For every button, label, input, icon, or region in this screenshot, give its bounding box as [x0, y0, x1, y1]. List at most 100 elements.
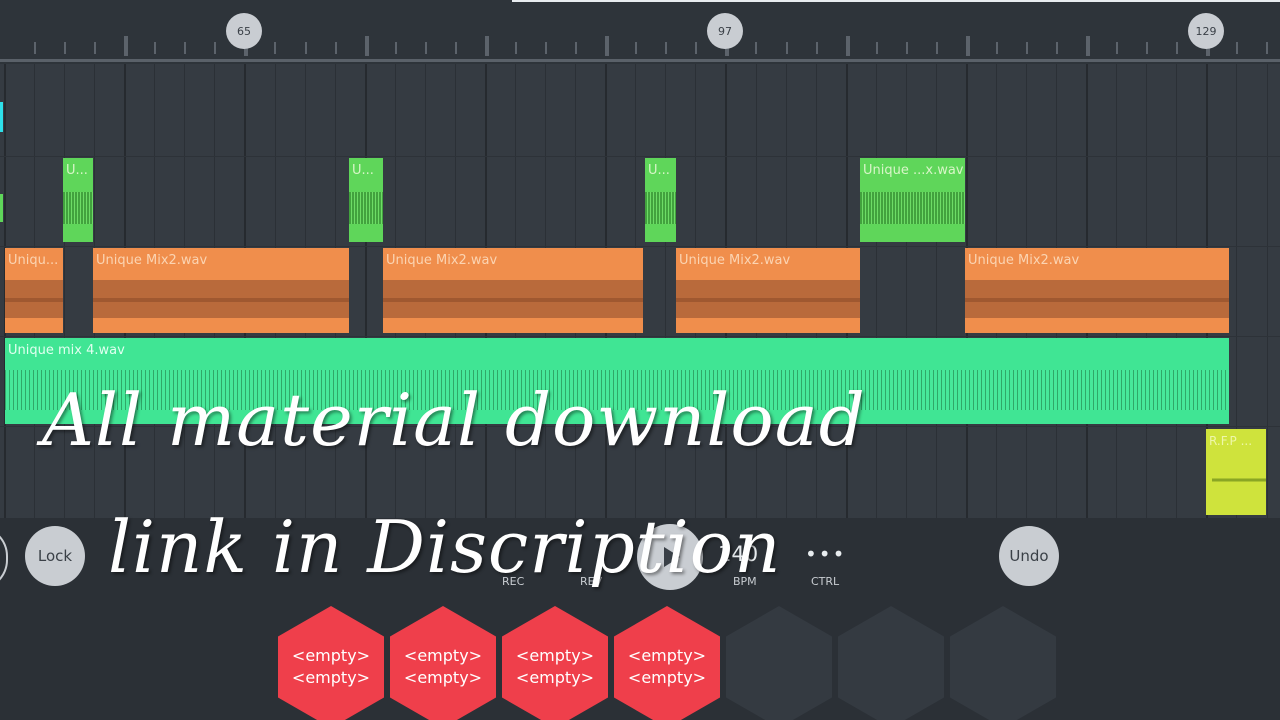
- clip-name: Uniqu...: [8, 253, 59, 268]
- ruler-tick: [1176, 42, 1179, 54]
- ruler-tick: [1025, 42, 1028, 54]
- ruler-tick: [605, 36, 610, 56]
- pad-label: <empty>: [403, 646, 483, 665]
- grid-column: [875, 64, 877, 518]
- ruler-tick: [545, 42, 548, 54]
- track-separator: [0, 156, 1280, 157]
- ruler-tick: [184, 42, 187, 54]
- pad-3[interactable]: <empty> <empty>: [502, 606, 608, 720]
- timeline-ruler[interactable]: 65 97 129: [0, 0, 1280, 64]
- ruler-tick: [424, 42, 427, 54]
- audio-clip[interactable]: Unique Mix2.wav: [676, 248, 860, 333]
- ruler-tick: [34, 42, 36, 54]
- clip-name: Unique mix 4.wav: [8, 343, 125, 358]
- pad-label: <empty>: [403, 668, 483, 687]
- audio-clip[interactable]: U...: [63, 158, 93, 242]
- audio-clip[interactable]: R.F.P ...: [1206, 429, 1266, 515]
- fl-studio-mobile-app: 65 97 129 U... U... U... Unique ...x.wav: [0, 0, 1280, 720]
- track-color-indicator: [0, 102, 3, 132]
- audio-clip[interactable]: Unique Mix2.wav: [965, 248, 1229, 333]
- grid-column: [905, 64, 907, 518]
- ruler-tick: [1266, 42, 1269, 54]
- overlay-caption-line1: All material download: [42, 378, 866, 462]
- clip-waveform-center: [5, 298, 63, 302]
- clip-waveform-center: [676, 298, 860, 302]
- ruler-tick: [304, 42, 307, 54]
- pad-6[interactable]: [838, 606, 944, 720]
- clip-waveform-center: [383, 298, 643, 302]
- pad-1[interactable]: <empty> <empty>: [278, 606, 384, 720]
- pad-4[interactable]: <empty> <empty>: [614, 606, 720, 720]
- clip-waveform-center: [93, 298, 349, 302]
- ruler-tick: [484, 36, 489, 56]
- ruler-tick: [785, 42, 788, 54]
- ruler-tick: [755, 42, 758, 54]
- audio-clip[interactable]: U...: [349, 158, 383, 242]
- ruler-tick: [154, 42, 157, 54]
- ruler-tick: [575, 42, 578, 54]
- audio-clip[interactable]: Unique Mix2.wav: [93, 248, 349, 333]
- clip-waveform: [1212, 465, 1266, 495]
- pad-5[interactable]: [726, 606, 832, 720]
- ruler-tick: [214, 42, 217, 54]
- ruler-baseline: [0, 59, 1280, 62]
- audio-clip[interactable]: U...: [645, 158, 676, 242]
- track-separator: [0, 336, 1280, 337]
- lock-button[interactable]: Lock: [25, 526, 85, 586]
- ruler-tick: [1116, 42, 1119, 54]
- ruler-tick: [1056, 42, 1059, 54]
- ruler-tick: [394, 42, 397, 54]
- edge-button[interactable]: [0, 526, 8, 590]
- pad-label: <empty>: [515, 646, 595, 665]
- bar-marker-65[interactable]: 65: [226, 13, 262, 49]
- clip-name: Unique Mix2.wav: [679, 253, 791, 268]
- clip-name: Unique Mix2.wav: [968, 253, 1080, 268]
- grid-column: [1266, 64, 1268, 518]
- ruler-tick: [64, 42, 67, 54]
- ruler-tick: [1086, 36, 1091, 56]
- ruler-tick: [845, 36, 850, 56]
- audio-clip[interactable]: Unique ...x.wav: [860, 158, 965, 242]
- pad-label: <empty>: [627, 668, 707, 687]
- undo-button[interactable]: Undo: [999, 526, 1059, 586]
- ruler-tick: [815, 42, 818, 54]
- clip-waveform-center: [965, 298, 1229, 302]
- clip-name: R.F.P ...: [1209, 434, 1253, 448]
- clip-name: U...: [648, 163, 670, 178]
- pad-label: <empty>: [515, 668, 595, 687]
- pad-label: <empty>: [291, 646, 371, 665]
- clip-name: U...: [66, 163, 88, 178]
- ruler-top-line: [512, 0, 1280, 2]
- overlay-caption-line2: link in Discription: [108, 505, 782, 589]
- ruler-tick: [364, 36, 369, 56]
- audio-clip[interactable]: Uniqu...: [5, 248, 63, 333]
- clip-name: Unique ...x.wav: [863, 163, 963, 178]
- grid-column: [935, 64, 937, 518]
- bar-marker-97[interactable]: 97: [707, 13, 743, 49]
- ruler-tick: [94, 42, 97, 54]
- pad-label: <empty>: [291, 668, 371, 687]
- clip-name: Unique Mix2.wav: [386, 253, 498, 268]
- pad-2[interactable]: <empty> <empty>: [390, 606, 496, 720]
- clip-waveform: [860, 192, 965, 224]
- ruler-tick: [635, 42, 638, 54]
- bar-marker-129[interactable]: 129: [1188, 13, 1224, 49]
- ruler-tick: [875, 42, 878, 54]
- ruler-tick: [274, 42, 277, 54]
- ruler-tick: [1236, 42, 1239, 54]
- more-icon[interactable]: •••: [805, 542, 846, 566]
- clip-name: U...: [352, 163, 374, 178]
- ruler-tick: [334, 42, 337, 54]
- ctrl-label: CTRL: [811, 575, 840, 588]
- clip-waveform: [349, 192, 383, 224]
- ruler-tick: [995, 42, 998, 54]
- ruler-tick: [935, 42, 938, 54]
- ruler-tick: [514, 42, 517, 54]
- ruler-tick: [1146, 42, 1149, 54]
- audio-clip[interactable]: Unique Mix2.wav: [383, 248, 643, 333]
- pad-7[interactable]: [950, 606, 1056, 720]
- clip-waveform: [63, 192, 93, 224]
- clip-name: Unique Mix2.wav: [96, 253, 208, 268]
- track-color-indicator: [0, 194, 3, 222]
- ruler-tick: [665, 42, 668, 54]
